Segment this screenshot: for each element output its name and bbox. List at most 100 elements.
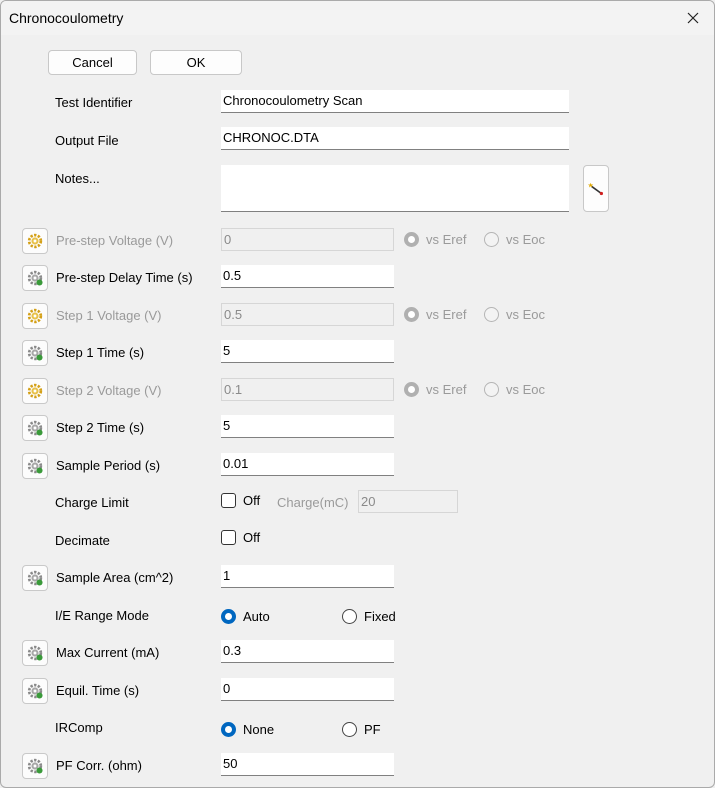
radio-label: vs Eoc	[506, 382, 546, 397]
pf-corr-label: PF Corr. (ohm)	[56, 758, 142, 773]
ircomp-label: IRComp	[55, 720, 103, 735]
sample-area-label: Sample Area (cm^2)	[56, 570, 174, 585]
gear-icon	[27, 758, 43, 774]
radio-label: Auto	[243, 609, 270, 624]
prestep-vs-eref-radio[interactable]: vs Eref	[404, 232, 466, 247]
step1-time-settings-button[interactable]	[22, 340, 48, 366]
gear-icon	[27, 383, 43, 399]
prestep-delay-label: Pre-step Delay Time (s)	[56, 270, 193, 285]
sample-area-field[interactable]: 1	[221, 565, 394, 588]
radio-label: PF	[364, 722, 381, 737]
gear-icon	[27, 645, 43, 661]
radio-indicator	[484, 382, 499, 397]
max-current-settings-button[interactable]	[22, 640, 48, 666]
step2-time-field[interactable]: 5	[221, 415, 394, 438]
step1-voltage-field[interactable]: 0.5	[221, 303, 394, 326]
radio-label: Fixed	[364, 609, 396, 624]
equil-time-field[interactable]: 0	[221, 678, 394, 701]
close-button[interactable]	[671, 1, 714, 35]
test-identifier-field[interactable]: Chronocoulometry Scan	[221, 90, 569, 113]
gear-icon	[27, 270, 43, 286]
ircomp-pf-radio[interactable]: PF	[342, 722, 381, 737]
pf-corr-field[interactable]: 50	[221, 753, 394, 776]
step1-time-field[interactable]: 5	[221, 340, 394, 363]
radio-label: vs Eoc	[506, 307, 546, 322]
charge-limit-label: Charge Limit	[55, 495, 129, 510]
step1-voltage-settings-button[interactable]	[22, 303, 48, 329]
gear-icon	[27, 420, 43, 436]
sample-period-label: Sample Period (s)	[56, 458, 161, 473]
checkbox-label: Off	[243, 493, 261, 508]
close-icon	[687, 12, 699, 24]
wand-icon	[587, 182, 604, 195]
test-identifier-label: Test Identifier	[55, 95, 133, 110]
decimate-label: Decimate	[55, 533, 110, 548]
notes-field[interactable]	[221, 165, 569, 212]
step1-vs-eoc-radio[interactable]: vs Eoc	[484, 307, 545, 322]
equil-time-settings-button[interactable]	[22, 678, 48, 704]
radio-label: vs Eoc	[506, 232, 546, 247]
window-title: Chronocoulometry	[9, 10, 124, 26]
radio-indicator	[484, 307, 499, 322]
max-current-field[interactable]: 0.3	[221, 640, 394, 663]
prestep-vs-eoc-radio[interactable]: vs Eoc	[484, 232, 545, 247]
output-file-label: Output File	[55, 133, 119, 148]
notes-label: Notes...	[55, 171, 100, 186]
step2-time-label: Step 2 Time (s)	[56, 420, 145, 435]
step1-time-label: Step 1 Time (s)	[56, 345, 145, 360]
output-file-field[interactable]: CHRONOC.DTA	[221, 127, 569, 150]
radio-indicator	[221, 722, 236, 737]
gear-icon	[27, 233, 43, 249]
step2-time-settings-button[interactable]	[22, 415, 48, 441]
charge-limit-checkbox[interactable]: Off	[221, 493, 260, 508]
ie-range-fixed-radio[interactable]: Fixed	[342, 609, 396, 624]
prestep-voltage-field[interactable]: 0	[221, 228, 394, 251]
radio-indicator	[342, 722, 357, 737]
checkbox-indicator	[221, 530, 236, 545]
step2-voltage-label: Step 2 Voltage (V)	[56, 383, 162, 398]
gear-icon	[27, 345, 43, 361]
charge-mc-field[interactable]: 20	[358, 490, 458, 513]
prestep-delay-settings-button[interactable]	[22, 265, 48, 291]
radio-label: vs Eref	[426, 382, 467, 397]
radio-indicator	[404, 382, 419, 397]
radio-indicator	[484, 232, 499, 247]
step1-voltage-label: Step 1 Voltage (V)	[56, 308, 162, 323]
radio-indicator	[221, 609, 236, 624]
radio-indicator	[342, 609, 357, 624]
sample-area-settings-button[interactable]	[22, 565, 48, 591]
title-bar: Chronocoulometry	[1, 1, 714, 35]
gear-icon	[27, 683, 43, 699]
prestep-voltage-label: Pre-step Voltage (V)	[56, 233, 174, 248]
charge-mc-label: Charge(mC)	[277, 495, 349, 510]
cancel-button[interactable]: Cancel	[48, 50, 137, 75]
radio-indicator	[404, 307, 419, 322]
step2-vs-eoc-radio[interactable]: vs Eoc	[484, 382, 545, 397]
notes-edit-button[interactable]	[583, 165, 609, 212]
checkbox-label: Off	[243, 530, 261, 545]
gear-icon	[27, 308, 43, 324]
step2-voltage-settings-button[interactable]	[22, 378, 48, 404]
step2-voltage-field[interactable]: 0.1	[221, 378, 394, 401]
prestep-delay-field[interactable]: 0.5	[221, 265, 394, 288]
radio-label: vs Eref	[426, 232, 467, 247]
radio-label: None	[243, 722, 275, 737]
gear-icon	[27, 458, 43, 474]
ie-range-auto-radio[interactable]: Auto	[221, 609, 270, 624]
sample-period-field[interactable]: 0.01	[221, 453, 394, 476]
sample-period-settings-button[interactable]	[22, 453, 48, 479]
dialog-window: Chronocoulometry Cancel OK Test Identifi…	[0, 0, 715, 788]
gear-icon	[27, 570, 43, 586]
equil-time-label: Equil. Time (s)	[56, 683, 140, 698]
ok-button[interactable]: OK	[150, 50, 242, 75]
step1-vs-eref-radio[interactable]: vs Eref	[404, 307, 466, 322]
step2-vs-eref-radio[interactable]: vs Eref	[404, 382, 466, 397]
radio-label: vs Eref	[426, 307, 467, 322]
prestep-voltage-settings-button[interactable]	[22, 228, 48, 254]
checkbox-indicator	[221, 493, 236, 508]
max-current-label: Max Current (mA)	[56, 645, 160, 660]
radio-indicator	[404, 232, 419, 247]
decimate-checkbox[interactable]: Off	[221, 530, 260, 545]
ircomp-none-radio[interactable]: None	[221, 722, 274, 737]
pf-corr-settings-button[interactable]	[22, 753, 48, 779]
